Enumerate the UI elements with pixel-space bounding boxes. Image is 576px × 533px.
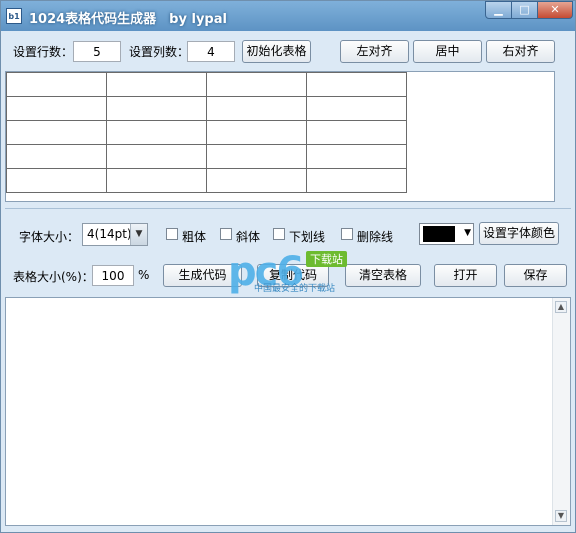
init-table-button[interactable]: 初始化表格 bbox=[242, 40, 311, 63]
chevron-down-icon[interactable]: ▼ bbox=[464, 228, 471, 238]
align-center-button[interactable]: 居中 bbox=[413, 40, 482, 63]
app-window: b1 1024表格代码生成器 by lypal ▁ □ ✕ 设置行数： 设置列数… bbox=[0, 0, 576, 533]
strike-label: 删除线 bbox=[357, 230, 394, 244]
table-size-label: 表格大小(%)： bbox=[13, 270, 94, 284]
table-cell[interactable] bbox=[6, 96, 107, 121]
table-row bbox=[6, 120, 407, 145]
cols-label: 设置列数： bbox=[129, 45, 190, 59]
percent-sign: % bbox=[138, 268, 150, 282]
save-button[interactable]: 保存 bbox=[504, 264, 567, 287]
maximize-button[interactable]: □ bbox=[511, 1, 538, 19]
chevron-down-icon[interactable]: ▼ bbox=[130, 224, 147, 245]
table-cell[interactable] bbox=[206, 96, 307, 121]
divider bbox=[5, 208, 571, 209]
watermark-logo: pc6 下载站 中国最安全的下载站 bbox=[228, 249, 353, 297]
scroll-up-icon[interactable]: ▲ bbox=[555, 301, 567, 313]
title-bar: b1 1024表格代码生成器 by lypal ▁ □ ✕ bbox=[1, 1, 575, 31]
watermark-tag: 下载站 bbox=[306, 251, 347, 267]
close-button[interactable]: ✕ bbox=[537, 1, 573, 19]
strike-checkbox[interactable] bbox=[341, 228, 353, 240]
table-cell[interactable] bbox=[306, 144, 407, 169]
window-title: 1024表格代码生成器 by lypal bbox=[29, 12, 227, 27]
table-cell[interactable] bbox=[306, 72, 407, 97]
table-row bbox=[6, 168, 407, 193]
table-cell[interactable] bbox=[306, 168, 407, 193]
clear-table-button[interactable]: 清空表格 bbox=[345, 264, 421, 287]
font-size-select[interactable]: 4(14pt) ▼ bbox=[82, 223, 148, 246]
preview-grid[interactable] bbox=[6, 72, 407, 193]
font-size-label: 字体大小： bbox=[19, 230, 80, 244]
font-color-button[interactable]: 设置字体颜色 bbox=[479, 222, 559, 245]
color-swatch bbox=[423, 226, 455, 242]
italic-label: 斜体 bbox=[236, 230, 261, 244]
table-cell[interactable] bbox=[106, 120, 207, 145]
underline-checkbox[interactable] bbox=[273, 228, 285, 240]
table-row bbox=[6, 144, 407, 169]
underline-label: 下划线 bbox=[289, 230, 326, 244]
table-cell[interactable] bbox=[6, 120, 107, 145]
font-color-picker[interactable]: ▼ bbox=[419, 223, 474, 245]
cols-input[interactable] bbox=[187, 41, 235, 62]
scroll-down-icon[interactable]: ▼ bbox=[555, 510, 567, 522]
table-cell[interactable] bbox=[306, 120, 407, 145]
bold-checkbox[interactable] bbox=[166, 228, 178, 240]
open-button[interactable]: 打开 bbox=[434, 264, 497, 287]
bold-label: 粗体 bbox=[182, 230, 207, 244]
table-row bbox=[6, 72, 407, 97]
table-preview[interactable] bbox=[5, 71, 555, 202]
table-cell[interactable] bbox=[106, 144, 207, 169]
table-cell[interactable] bbox=[206, 120, 307, 145]
table-cell[interactable] bbox=[106, 72, 207, 97]
code-output-area[interactable]: ▲ ▼ bbox=[5, 297, 571, 526]
vertical-scrollbar[interactable]: ▲ ▼ bbox=[552, 298, 570, 525]
rows-input[interactable] bbox=[73, 41, 121, 62]
table-cell[interactable] bbox=[206, 168, 307, 193]
font-size-value: 4(14pt) bbox=[87, 227, 132, 241]
italic-checkbox[interactable] bbox=[220, 228, 232, 240]
table-cell[interactable] bbox=[6, 144, 107, 169]
app-icon: b1 bbox=[6, 8, 22, 24]
table-cell[interactable] bbox=[206, 144, 307, 169]
table-row bbox=[6, 96, 407, 121]
table-size-input[interactable] bbox=[92, 265, 134, 286]
table-cell[interactable] bbox=[6, 168, 107, 193]
table-cell[interactable] bbox=[106, 168, 207, 193]
align-right-button[interactable]: 右对齐 bbox=[486, 40, 555, 63]
table-cell[interactable] bbox=[306, 96, 407, 121]
table-cell[interactable] bbox=[206, 72, 307, 97]
table-cell[interactable] bbox=[6, 72, 107, 97]
watermark-subtitle: 中国最安全的下载站 bbox=[254, 284, 336, 294]
rows-label: 设置行数： bbox=[13, 45, 74, 59]
table-cell[interactable] bbox=[106, 96, 207, 121]
minimize-button[interactable]: ▁ bbox=[485, 1, 512, 19]
align-left-button[interactable]: 左对齐 bbox=[340, 40, 409, 63]
